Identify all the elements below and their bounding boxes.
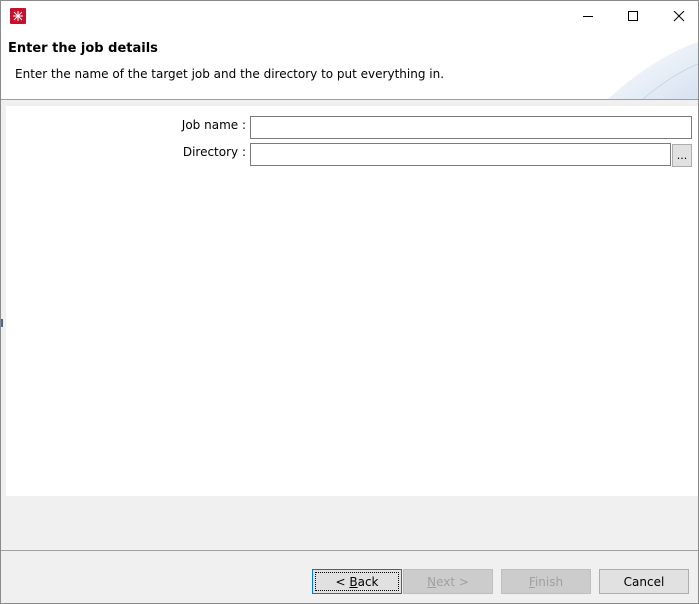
header-divider	[1, 99, 698, 100]
maximize-icon	[628, 11, 638, 21]
footer-divider	[1, 550, 698, 551]
close-button[interactable]	[656, 1, 699, 32]
maximize-button[interactable]	[610, 1, 656, 32]
minimize-button[interactable]	[565, 1, 611, 32]
minimize-icon	[583, 16, 593, 17]
page-title: Enter the job details	[8, 41, 158, 56]
title-bar[interactable]	[1, 1, 698, 32]
next-button-mnemonic: N	[427, 574, 437, 589]
next-button[interactable]: Next >	[403, 569, 493, 594]
back-button-prefix: <	[335, 574, 350, 589]
close-icon	[673, 11, 685, 22]
header-banner-graphic	[608, 42, 698, 99]
job-name-input[interactable]	[250, 116, 692, 139]
back-button-label: ack	[357, 574, 379, 589]
form-panel: Job name : Directory : ...	[6, 106, 698, 496]
app-icon	[10, 8, 26, 24]
wizard-header: Enter the job details Enter the name of …	[1, 32, 698, 99]
job-name-label: Job name :	[181, 118, 246, 132]
page-description: Enter the name of the target job and the…	[15, 67, 445, 81]
finish-button[interactable]: Finish	[501, 569, 591, 594]
next-button-label: ext >	[436, 574, 469, 589]
cancel-button[interactable]: Cancel	[599, 569, 689, 594]
back-button-mnemonic: B	[349, 574, 358, 589]
window-edge-mark	[1, 319, 3, 327]
directory-input[interactable]	[250, 143, 671, 166]
directory-label: Directory :	[182, 145, 246, 159]
back-button[interactable]: < Back	[312, 569, 402, 594]
browse-directory-button[interactable]: ...	[672, 144, 692, 167]
wizard-dialog: Enter the job details Enter the name of …	[0, 0, 699, 604]
finish-button-label: inish	[534, 574, 564, 589]
